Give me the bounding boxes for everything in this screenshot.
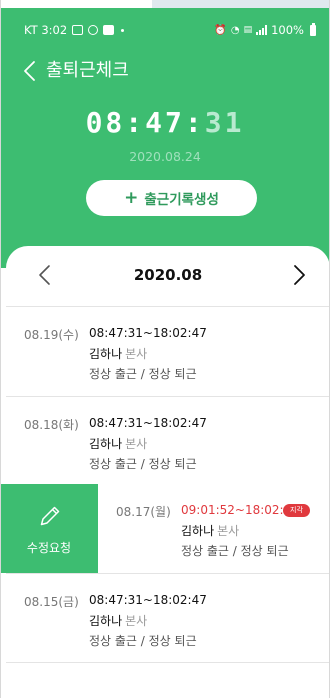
record-status: 정상 출근 / 정상 퇴근 xyxy=(89,457,197,471)
edit-request-label: 수정요청 xyxy=(26,541,72,555)
header: KT 3:02 ⏰ ◔ ▤ 100% 출퇴근체크 08:47:31 2020.0… xyxy=(0,8,330,268)
record-time: 08:47:31~18:02:47 xyxy=(89,326,207,340)
record-employee: 김하나 본사 xyxy=(181,522,239,539)
plus-icon: + xyxy=(124,187,139,208)
clock-seconds: 31 xyxy=(204,106,245,139)
record-status: 정상 출근 / 정상 퇴근 xyxy=(181,544,289,558)
record-employee: 김하나 본사 xyxy=(89,345,147,362)
alarm-icon: ⏰ xyxy=(214,24,227,36)
record-time: 09:01:52~18:02:47 xyxy=(181,503,299,517)
record-row[interactable]: 08.18(화) 08:47:31~18:02:47 김하나 본사 정상 출근 /… xyxy=(6,397,330,486)
divider xyxy=(6,662,330,663)
battery-text: 100% xyxy=(271,23,304,37)
signal-icon xyxy=(256,25,268,35)
records-card: 2020.08 08.19(수) 08:47:31~18:02:47 김하나 본사… xyxy=(6,246,330,698)
status-bar: KT 3:02 ⏰ ◔ ▤ 100% xyxy=(0,8,330,40)
pencil-icon xyxy=(40,506,60,526)
instagram-icon xyxy=(88,25,99,35)
create-record-button[interactable]: + 출근기록생성 xyxy=(86,180,257,216)
swiped-record-row[interactable]: 수정요청 08.17(월) 09:01:52~18:02:47 지각 김하나 본사… xyxy=(0,484,330,573)
employee-dept: 본사 xyxy=(125,437,148,451)
employee-name: 김하나 xyxy=(89,347,123,361)
status-time: KT 3:02 xyxy=(24,23,68,37)
nav-bar: 출퇴근체크 xyxy=(0,54,330,84)
e-icon xyxy=(103,25,115,35)
edit-request-button[interactable]: 수정요청 xyxy=(0,484,98,573)
record-content: 08.17(월) 09:01:52~18:02:47 지각 김하나 본사 정상 출… xyxy=(98,484,330,573)
create-record-label: 출근기록생성 xyxy=(144,192,219,208)
wifi-icon: ◔ xyxy=(230,24,240,36)
status-right: ⏰ ◔ ▤ 100% xyxy=(214,22,316,37)
month-navigator: 2020.08 xyxy=(6,246,330,306)
record-time: 08:47:31~18:02:47 xyxy=(89,593,207,607)
record-employee: 김하나 본사 xyxy=(89,435,147,452)
record-status: 정상 출근 / 정상 퇴근 xyxy=(89,367,197,381)
record-row[interactable]: 08.15(금) 08:47:31~18:02:47 김하나 본사 정상 출근 /… xyxy=(6,574,330,663)
employee-name: 김하나 xyxy=(181,524,215,538)
dot-icon xyxy=(121,28,125,32)
record-employee: 김하나 본사 xyxy=(89,612,147,629)
employee-name: 김하나 xyxy=(89,437,123,451)
chevron-right-icon[interactable] xyxy=(290,264,308,286)
page-title: 출퇴근체크 xyxy=(46,60,129,81)
employee-name: 김하나 xyxy=(89,614,123,628)
battery-icon xyxy=(310,22,316,36)
employee-dept: 본사 xyxy=(125,614,148,628)
employee-dept: 본사 xyxy=(125,347,148,361)
employee-dept: 본사 xyxy=(217,524,240,538)
month-label: 2020.08 xyxy=(133,266,203,284)
clock-hm: 08:47: xyxy=(85,106,205,139)
volte-icon: ▤ xyxy=(243,25,253,35)
record-date: 08.18(화) xyxy=(24,418,79,432)
current-time: 08:47:31 xyxy=(0,106,330,139)
gallery-icon xyxy=(72,25,84,35)
late-badge: 지각 xyxy=(283,504,310,517)
current-date: 2020.08.24 xyxy=(129,149,201,164)
record-status: 정상 출근 / 정상 퇴근 xyxy=(89,634,197,648)
status-left: KT 3:02 xyxy=(24,23,125,37)
record-date: 08.17(월) xyxy=(116,505,171,519)
record-date: 08.15(금) xyxy=(24,595,79,609)
record-time: 08:47:31~18:02:47 xyxy=(89,416,207,430)
record-row[interactable]: 08.19(수) 08:47:31~18:02:47 김하나 본사 정상 출근 /… xyxy=(6,307,330,396)
app-screen: KT 3:02 ⏰ ◔ ▤ 100% 출퇴근체크 08:47:31 2020.0… xyxy=(0,0,330,698)
back-icon[interactable] xyxy=(22,60,38,82)
record-date: 08.19(수) xyxy=(24,328,79,342)
